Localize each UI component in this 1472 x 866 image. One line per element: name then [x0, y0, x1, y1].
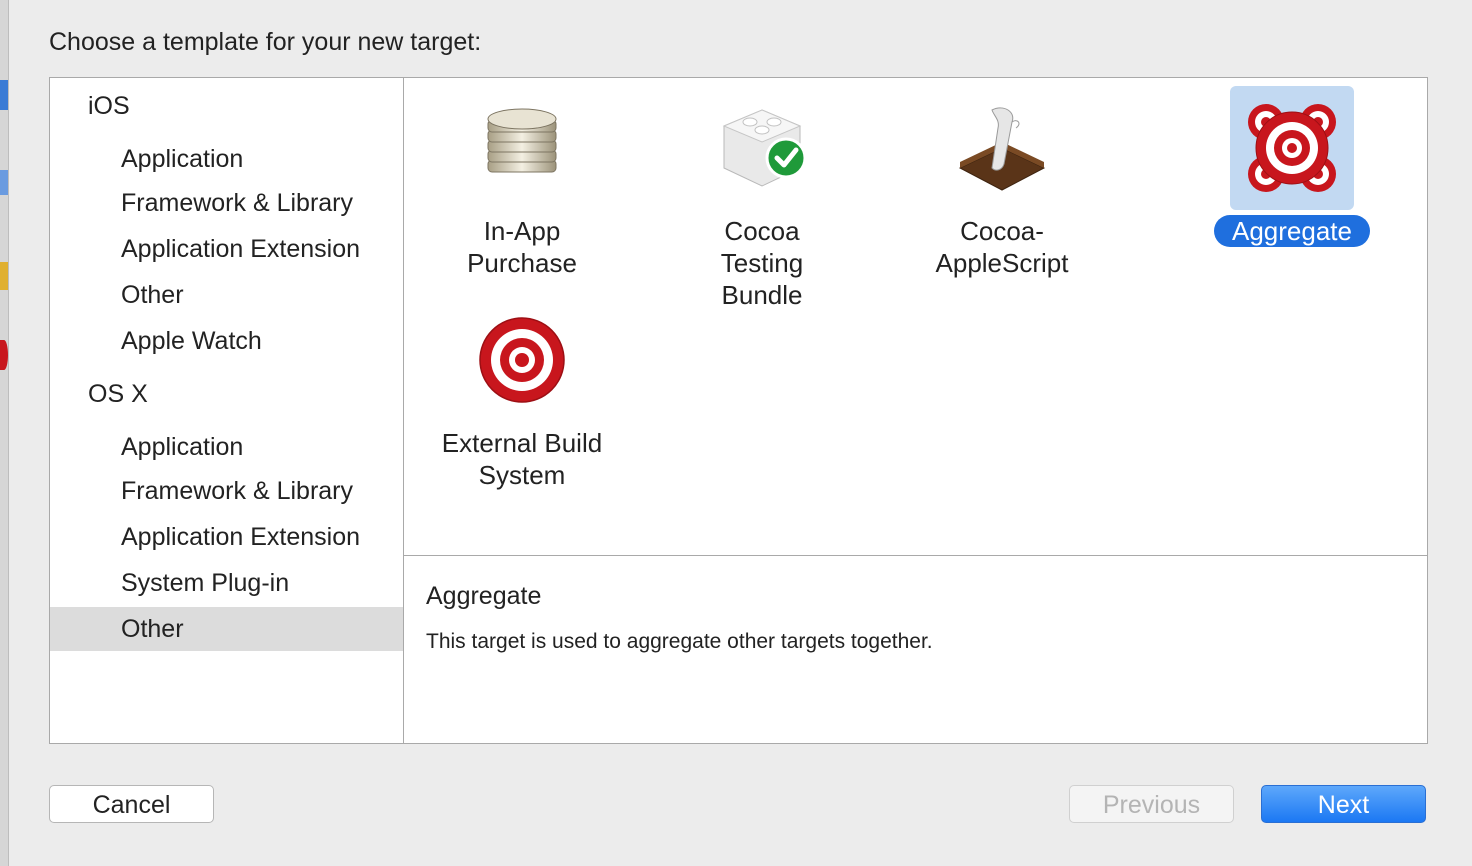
- dialog-heading: Choose a template for your new target:: [49, 28, 482, 56]
- template-grid: In-App Purchase Cocoa Testing Bundle Coc…: [404, 78, 1427, 556]
- sidebar-item-osx-application-extension[interactable]: Application Extension: [50, 515, 403, 559]
- template-description-pane: Aggregate This target is used to aggrega…: [404, 556, 1427, 743]
- sidebar-item-ios-other[interactable]: Other: [50, 273, 403, 317]
- sidebar-item-label: System Plug-in: [121, 569, 290, 597]
- template-label-line2: Purchase: [467, 248, 577, 278]
- template-label-line2: AppleScript: [935, 248, 1069, 278]
- platform-sidebar: iOS Application Framework & Library Appl…: [50, 78, 404, 743]
- sidebar-item-osx-system-plugin[interactable]: System Plug-in: [50, 561, 403, 605]
- sidebar-item-label: Other: [121, 615, 184, 643]
- sidebar-item-label: Framework & Library: [121, 477, 353, 505]
- sidebar-item-label: Other: [121, 281, 184, 309]
- sidebar-item-ios-framework-library[interactable]: Framework & Library: [50, 181, 403, 225]
- sidebar-item-label: Application Extension: [121, 235, 361, 263]
- background-window-edge: [0, 0, 9, 866]
- sidebar-group-ios: iOS: [88, 92, 130, 120]
- template-label: Aggregate: [1214, 215, 1370, 247]
- script-scroll-icon: [940, 86, 1064, 210]
- background-folder-mark: [0, 262, 8, 290]
- template-cocoa-testing-bundle[interactable]: Cocoa Testing Bundle: [662, 86, 862, 311]
- template-external-build-system[interactable]: External Build System: [422, 298, 622, 491]
- aggregate-targets-icon: [1230, 86, 1354, 210]
- cancel-button[interactable]: Cancel: [49, 785, 214, 823]
- sidebar-item-label: Framework & Library: [121, 189, 353, 217]
- sidebar-item-label: Application: [121, 145, 244, 173]
- sidebar-item-label: Application: [121, 433, 244, 461]
- template-cocoa-applescript[interactable]: Cocoa- AppleScript: [902, 86, 1102, 279]
- next-button[interactable]: Next: [1261, 785, 1426, 823]
- sidebar-item-ios-application[interactable]: Application: [50, 137, 403, 181]
- sidebar-item-ios-application-extension[interactable]: Application Extension: [50, 227, 403, 271]
- background-icon-mark: [0, 170, 8, 195]
- description-text: This target is used to aggregate other t…: [426, 630, 933, 653]
- template-label-line2: System: [478, 460, 566, 490]
- sidebar-group-osx: OS X: [88, 380, 148, 408]
- template-in-app-purchase[interactable]: In-App Purchase: [422, 86, 622, 279]
- sidebar-item-label: Apple Watch: [121, 327, 262, 355]
- background-target-mark: [0, 340, 8, 370]
- target-icon: [460, 298, 584, 422]
- previous-button[interactable]: Previous: [1069, 785, 1234, 823]
- sidebar-item-osx-framework-library[interactable]: Framework & Library: [50, 469, 403, 513]
- description-title: Aggregate: [426, 582, 542, 610]
- test-block-icon: [700, 86, 824, 210]
- template-chooser-panel: iOS Application Framework & Library Appl…: [49, 77, 1428, 744]
- coin-stack-icon: [460, 86, 584, 210]
- background-blue-mark: [0, 80, 8, 110]
- sidebar-item-osx-application[interactable]: Application: [50, 425, 403, 469]
- sidebar-item-ios-apple-watch[interactable]: Apple Watch: [50, 319, 403, 363]
- template-label-line2: Bundle: [721, 280, 803, 310]
- sidebar-item-label: Application Extension: [121, 523, 361, 551]
- template-label: Cocoa Testing: [720, 216, 804, 278]
- sidebar-item-osx-other[interactable]: Other: [50, 607, 403, 651]
- template-aggregate[interactable]: Aggregate: [1192, 86, 1392, 247]
